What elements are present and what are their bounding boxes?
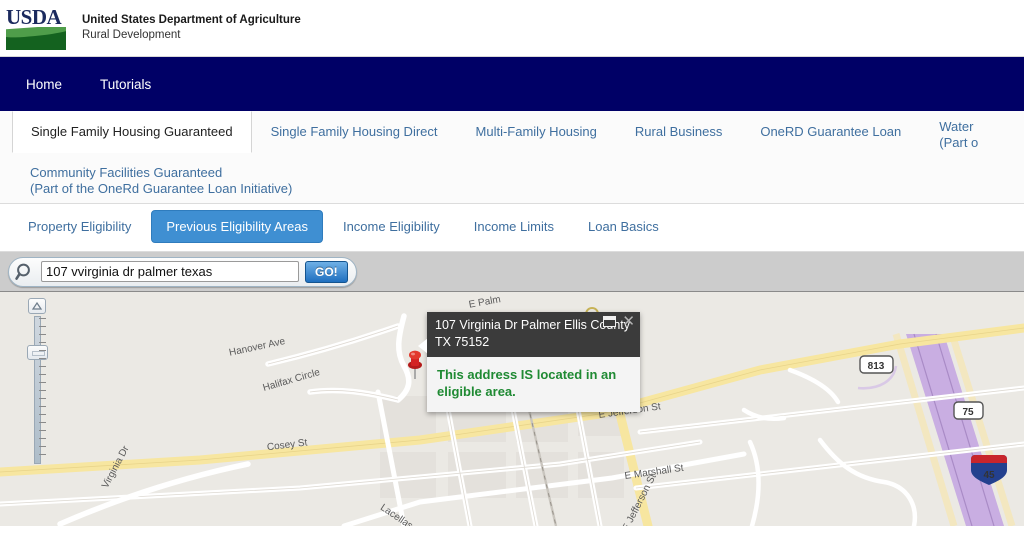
usda-logo-icon: USDA [6,6,66,50]
tab-community-facilities-line1: Community Facilities Guaranteed [30,165,223,180]
svg-text:75: 75 [962,407,974,418]
popup-header: 107 Virginia Dr Palmer Ellis County TX 7… [427,312,640,357]
program-tabs-row-1: Single Family Housing Guaranteed Single … [0,111,1024,158]
search-pill: GO! [8,256,357,287]
primary-navbar: Home Tutorials [0,57,1024,111]
subnav-item-property-eligibility[interactable]: Property Eligibility [14,211,145,242]
eligibility-message: This address IS located in an eligible a… [437,367,617,399]
tab-single-family-housing-direct[interactable]: Single Family Housing Direct [252,111,457,153]
usda-logo-text: USDA [6,6,62,29]
agency-subunit: Rural Development [82,29,181,41]
tab-community-facilities-guaranteed[interactable]: Community Facilities Guaranteed (Part of… [12,158,310,203]
tab-water-line2: (Part o [939,135,979,150]
popup-body: This address IS located in an eligible a… [427,357,640,412]
search-go-button[interactable]: GO! [305,260,348,283]
subnav-item-income-eligibility[interactable]: Income Eligibility [329,211,454,242]
search-icon [15,262,35,282]
svg-text:813: 813 [868,361,885,372]
subnav-item-income-limits[interactable]: Income Limits [460,211,568,242]
route-shield-75: 75 [953,401,984,420]
map-zoom-control[interactable] [26,298,48,464]
tab-multi-family-housing[interactable]: Multi-Family Housing [457,111,616,153]
nav-item-tutorials[interactable]: Tutorials [96,71,155,98]
close-icon[interactable]: ✕ [622,314,635,329]
tab-community-facilities-line2: (Part of the OneRd Guarantee Loan Initia… [30,181,293,196]
secondary-navbar: Property Eligibility Previous Eligibilit… [0,204,1024,252]
route-shield-813: 813 [859,355,894,374]
zoom-slider-ticks [39,318,47,483]
zoom-in-button[interactable] [28,298,46,314]
maximize-icon[interactable] [603,316,617,327]
usda-logo-swoosh [6,27,66,50]
subnav-item-previous-eligibility-areas[interactable]: Previous Eligibility Areas [151,210,323,243]
tab-water-environmental[interactable]: Water (Part o [920,111,997,158]
subnav-item-loan-basics[interactable]: Loan Basics [574,211,673,242]
tab-rural-business[interactable]: Rural Business [616,111,741,153]
tab-single-family-housing-guaranteed[interactable]: Single Family Housing Guaranteed [12,111,252,153]
triangle-up-icon [32,302,42,310]
svg-text:45: 45 [983,470,995,481]
address-info-popup: 107 Virginia Dr Palmer Ellis County TX 7… [418,312,640,412]
popup-controls: ✕ [603,314,635,329]
agency-titles: United States Department of Agriculture … [82,13,301,43]
eligibility-map[interactable]: Hanover Ave Virginia Dr Halifax Circle C… [0,292,1024,526]
nav-item-home[interactable]: Home [22,71,66,98]
tab-water-line1: Water [939,119,974,134]
search-input[interactable] [41,261,299,282]
program-tabs: Single Family Housing Guaranteed Single … [0,111,1024,204]
address-search-bar: GO! [0,252,1024,292]
program-tabs-row-2: Community Facilities Guaranteed (Part of… [0,158,1024,203]
tab-onerd-guarantee-loan[interactable]: OneRD Guarantee Loan [741,111,920,153]
agency-name: United States Department of Agriculture [82,14,301,26]
site-header: USDA United States Department of Agricul… [0,0,1024,57]
